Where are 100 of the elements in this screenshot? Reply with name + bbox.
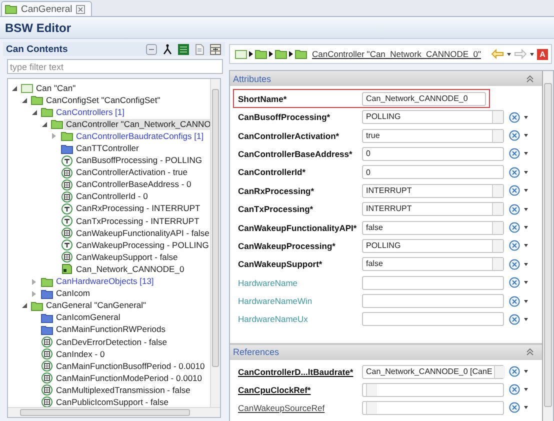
dropdown-field[interactable]: INTERRUPT <box>362 202 504 216</box>
tree-item[interactable]: CanRxProcessing - INTERRUPT <box>74 203 202 214</box>
collapse-icon[interactable] <box>526 74 534 82</box>
tree-item[interactable]: CanWakeupFunctionalityAPI - false <box>74 228 212 239</box>
text-field[interactable] <box>362 312 504 326</box>
breadcrumb-link[interactable]: CanController "Can_Network_CANNODE_0" <box>312 49 482 59</box>
tree-item[interactable]: CanPublicIcomSupport - false <box>54 396 170 408</box>
tree-item[interactable]: CanControllers [1] <box>54 106 127 118</box>
reset-icon[interactable] <box>509 130 520 142</box>
tree-item[interactable]: CanHardwareObjects [13] <box>54 276 156 288</box>
tree-item[interactable]: CanIcomGeneral <box>54 312 122 324</box>
dropdown-field[interactable]: INTERRUPT <box>362 184 504 198</box>
text-field[interactable]: 0 <box>362 165 504 180</box>
caret-icon[interactable] <box>524 244 528 248</box>
dropdown-field[interactable]: Can_Network_CANNODE_0 [CanE <box>362 364 504 379</box>
reset-icon[interactable] <box>509 185 520 196</box>
tree-item[interactable]: CanMainFunctionModePeriod - 0.0010 <box>54 372 204 384</box>
reset-icon[interactable] <box>509 366 520 378</box>
expand-toggle[interactable] <box>32 278 36 285</box>
caret-icon[interactable] <box>524 370 528 374</box>
tree-item[interactable]: Can "Can" <box>34 82 78 94</box>
spreadsheet-icon[interactable] <box>178 44 189 54</box>
scrollbar[interactable] <box>210 79 220 407</box>
section-header[interactable]: Attributes <box>230 71 542 86</box>
reset-icon[interactable] <box>509 314 520 325</box>
reset-icon[interactable] <box>509 240 520 252</box>
dropdown-field[interactable]: false <box>362 220 504 235</box>
app-badge[interactable]: A <box>537 48 548 60</box>
caret-icon[interactable] <box>530 52 534 56</box>
tree-item[interactable]: CanControllerId - 0 <box>74 191 150 202</box>
tree-item[interactable]: CanTTController <box>74 143 141 154</box>
section-header[interactable]: References <box>230 344 542 360</box>
folder-icon[interactable] <box>255 48 267 60</box>
reference-link[interactable]: CanControllerD...ltBaudrate* <box>238 366 362 377</box>
dropdown-field[interactable] <box>362 400 504 415</box>
caret-icon[interactable] <box>524 208 528 211</box>
editor-tab[interactable]: CanGeneral <box>1 1 92 16</box>
tree-item[interactable]: CanWakeupProcessing - POLLING <box>74 240 211 251</box>
scrollbar[interactable] <box>8 407 220 417</box>
folder-icon[interactable] <box>295 48 307 60</box>
caret-icon[interactable] <box>507 52 511 56</box>
caret-icon[interactable] <box>524 300 528 303</box>
caret-icon[interactable] <box>524 262 528 266</box>
tree-item[interactable]: CanMainFunctionBusoffPeriod - 0.0010 <box>54 360 207 372</box>
caret-icon[interactable] <box>524 170 528 174</box>
folder-icon[interactable] <box>275 48 287 60</box>
caret-icon[interactable] <box>524 134 528 138</box>
reset-icon[interactable] <box>509 258 520 270</box>
collapse-icon[interactable] <box>526 348 534 356</box>
expand-toggle[interactable] <box>32 290 36 297</box>
tree-item[interactable]: CanConfigSet "CanConfigSet" <box>44 94 162 106</box>
caret-icon[interactable] <box>524 226 528 230</box>
reset-icon[interactable] <box>509 148 520 160</box>
tree-item[interactable]: CanIndex - 0 <box>54 348 107 360</box>
tree-item[interactable]: CanController "Can_Network_CANNO <box>64 118 213 130</box>
scrollbar[interactable] <box>543 71 553 421</box>
caret-icon[interactable] <box>524 406 528 410</box>
dropdown-field[interactable]: false <box>362 257 504 272</box>
dropdown-field[interactable]: true <box>362 128 504 143</box>
reset-icon[interactable] <box>509 112 520 123</box>
tree-item[interactable]: CanWakeupSupport - false <box>74 252 180 263</box>
tree-item[interactable]: CanDevErrorDetection - false <box>54 336 170 348</box>
text-field[interactable]: 0 <box>362 146 504 161</box>
tree-item[interactable]: Can_Network_CANNODE_0 <box>74 264 186 275</box>
text-field[interactable]: Can_Network_CANNODE_0 <box>362 92 486 106</box>
dropdown-field[interactable]: POLLING <box>362 238 504 253</box>
hierarchy-icon[interactable] <box>162 44 173 54</box>
caret-icon[interactable] <box>524 388 528 392</box>
dropdown-field[interactable] <box>362 382 504 397</box>
caret-icon[interactable] <box>524 318 528 321</box>
tree-item[interactable]: CanBusoffProcessing - POLLING <box>74 155 204 166</box>
caret-icon[interactable] <box>524 116 528 119</box>
config-icon[interactable] <box>235 48 247 60</box>
reset-icon[interactable] <box>509 384 520 396</box>
caret-icon[interactable] <box>524 152 528 156</box>
tree-item[interactable]: CanGeneral "CanGeneral" <box>44 300 148 312</box>
reset-icon[interactable] <box>509 277 520 288</box>
text-field[interactable] <box>362 276 504 290</box>
dropdown-field[interactable]: POLLING <box>362 110 504 124</box>
reset-icon[interactable] <box>509 222 520 234</box>
filter-field[interactable]: type filter text <box>7 59 223 74</box>
document-icon[interactable] <box>194 44 205 54</box>
reference-link[interactable]: CanCpuClockRef* <box>238 384 362 395</box>
reference-link[interactable]: CanWakeupSourceRef <box>238 402 362 413</box>
table-icon[interactable] <box>210 44 221 54</box>
tree-item[interactable]: CanIcom <box>54 288 92 300</box>
caret-icon[interactable] <box>524 189 528 192</box>
tree-item[interactable]: CanMultiplexedTransmission - false <box>54 384 192 396</box>
expand-toggle[interactable] <box>52 133 56 140</box>
reset-icon[interactable] <box>509 204 520 215</box>
reset-icon[interactable] <box>509 166 520 178</box>
reset-icon[interactable] <box>509 296 520 307</box>
tree-item[interactable]: CanControllerBaudrateConfigs [1] <box>74 130 206 142</box>
tree-item[interactable]: CanControllerBaseAddress - 0 <box>74 179 194 190</box>
close-icon[interactable] <box>76 4 86 14</box>
collapse-all-icon[interactable] <box>146 44 157 54</box>
reset-icon[interactable] <box>509 402 520 414</box>
text-field[interactable] <box>362 294 504 308</box>
caret-icon[interactable] <box>524 281 528 284</box>
tree-item[interactable]: CanControllerActivation - true <box>74 167 190 178</box>
